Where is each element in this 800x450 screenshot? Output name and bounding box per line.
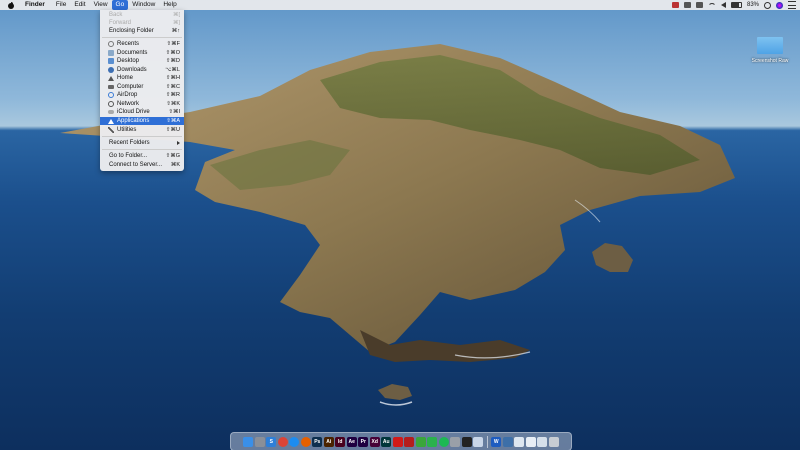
record-icon[interactable] — [671, 2, 679, 8]
menu-item-recent-folders[interactable]: Recent Folders — [100, 139, 184, 147]
menu-item-applications[interactable]: Applications ⇧⌘A — [100, 117, 184, 125]
menu-item-utilities[interactable]: Utilities ⇧⌘U — [100, 126, 184, 134]
spotify-icon[interactable] — [438, 436, 449, 447]
menu-item-enclosing-folder[interactable]: Enclosing Folder ⌘↑ — [100, 27, 184, 35]
menu-separator — [102, 149, 182, 150]
computer-icon — [108, 84, 114, 89]
menu-item-recents[interactable]: Recents ⇧⌘F — [100, 40, 184, 48]
menu-item-icloud-drive[interactable]: iCloud Drive ⇧⌘I — [100, 108, 184, 116]
xd-icon[interactable]: Xd — [369, 436, 380, 447]
go-menu-dropdown: Back ⌘[ Forward ⌘] Enclosing Folder ⌘↑ R… — [100, 10, 184, 171]
downloads-icon — [108, 66, 114, 73]
menu-help[interactable]: Help — [159, 0, 180, 10]
menu-go[interactable]: Go — [111, 0, 129, 10]
siri-icon[interactable] — [776, 1, 783, 9]
folder-2-icon[interactable] — [525, 436, 536, 447]
documents-icon — [108, 49, 114, 56]
menu-separator — [102, 136, 182, 137]
menu-item-network[interactable]: Network ⇧⌘K — [100, 100, 184, 108]
menu-item-go-to-folder[interactable]: Go to Folder... ⇧⌘G — [100, 152, 184, 160]
safari-icon[interactable]: S — [266, 436, 277, 447]
screenshot-folder-icon[interactable] — [757, 37, 783, 54]
volume-icon[interactable] — [720, 2, 726, 8]
clock-icon — [108, 41, 114, 47]
notification-center-icon[interactable] — [788, 1, 796, 9]
word-icon[interactable]: W — [491, 436, 502, 447]
status-menu-area: 83% — [671, 0, 796, 10]
home-icon — [108, 75, 114, 81]
network-utility-icon[interactable] — [502, 436, 513, 447]
finder-icon[interactable] — [243, 436, 254, 447]
desktop-icon-label[interactable]: Screenshot Raw — [740, 58, 800, 64]
menu-file[interactable]: File — [52, 0, 70, 10]
launchpad-icon[interactable] — [254, 436, 265, 447]
icloud-icon — [108, 110, 114, 114]
menu-item-connect-to-server[interactable]: Connect to Server... ⌘K — [100, 161, 184, 169]
preview-icon[interactable] — [473, 436, 484, 447]
app-icon[interactable] — [695, 2, 703, 8]
audition-icon[interactable]: Au — [381, 436, 392, 447]
menu-finder[interactable]: Finder — [21, 0, 49, 10]
menu-item-airdrop[interactable]: AirDrop ⇧⌘R — [100, 91, 184, 99]
folder-3-icon[interactable] — [537, 436, 548, 447]
network-icon — [108, 100, 114, 107]
premiere-icon[interactable]: Pr — [358, 436, 369, 447]
photoshop-icon[interactable]: Ps — [312, 436, 323, 447]
search-icon[interactable] — [764, 1, 771, 9]
menu-window[interactable]: Window — [128, 0, 159, 10]
menu-item-forward[interactable]: Forward ⌘] — [100, 19, 184, 27]
utilities-icon — [108, 126, 114, 133]
menu-bar: Finder File Edit View Go Window Help 83% — [0, 0, 800, 10]
menu-item-downloads[interactable]: Downloads ⌥⌘L — [100, 66, 184, 74]
menu-item-desktop[interactable]: Desktop ⇧⌘D — [100, 57, 184, 65]
dock-separator — [486, 435, 488, 448]
menu-item-computer[interactable]: Computer ⇧⌘C — [100, 83, 184, 91]
terminal-icon[interactable] — [461, 436, 472, 447]
photos-icon[interactable] — [450, 436, 461, 447]
menu-view[interactable]: View — [90, 0, 112, 10]
after-effects-icon[interactable]: Ae — [346, 436, 357, 447]
menu-edit[interactable]: Edit — [70, 0, 89, 10]
desktop-icon — [108, 58, 114, 64]
menu-separator — [102, 37, 182, 38]
box-icon[interactable] — [683, 2, 691, 8]
apple-menu-icon[interactable] — [8, 1, 14, 9]
safari-compass-icon[interactable] — [289, 436, 300, 447]
battery-icon[interactable] — [730, 1, 742, 9]
illustrator-icon[interactable]: Ai — [323, 436, 334, 447]
firefox-icon[interactable] — [300, 436, 311, 447]
upwork-icon[interactable] — [415, 436, 426, 447]
menu-item-home[interactable]: Home ⇧⌘H — [100, 74, 184, 82]
menu-item-back[interactable]: Back ⌘[ — [100, 11, 184, 19]
folder-icon[interactable] — [514, 436, 525, 447]
filezilla-icon[interactable] — [404, 436, 415, 447]
battery-percent: 83% — [746, 2, 759, 8]
dock: S Ps Ai Id Ae Pr Xd Au W — [230, 432, 572, 450]
facetime-icon[interactable] — [427, 436, 438, 447]
airdrop-icon — [108, 92, 114, 98]
submenu-arrow-icon — [177, 141, 180, 145]
acrobat-icon[interactable] — [392, 436, 403, 447]
indesign-icon[interactable]: Id — [335, 436, 346, 447]
menu-item-documents[interactable]: Documents ⇧⌘O — [100, 49, 184, 57]
applications-icon — [108, 118, 114, 124]
wifi-icon[interactable] — [707, 3, 716, 7]
chrome-icon[interactable] — [277, 436, 288, 447]
trash-icon[interactable] — [548, 436, 559, 447]
